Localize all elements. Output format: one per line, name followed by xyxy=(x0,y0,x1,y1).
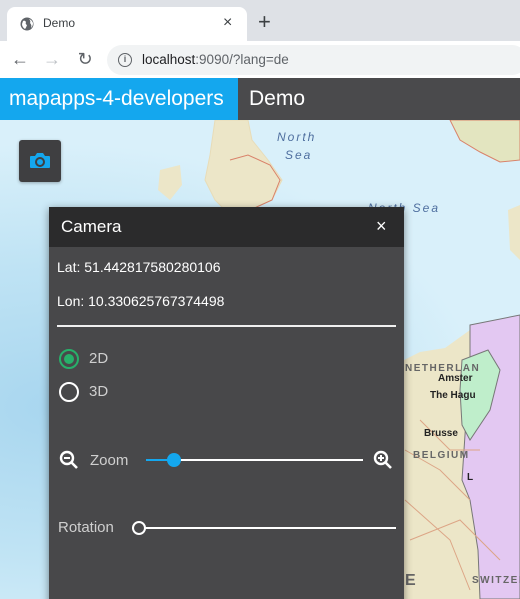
rotation-label: Rotation xyxy=(58,519,114,536)
map-label-france: E xyxy=(405,572,418,589)
map-label-north-sea-1: North xyxy=(277,130,317,144)
zoom-out-icon[interactable] xyxy=(59,450,79,470)
rotation-slider[interactable] xyxy=(132,521,396,535)
browser-toolbar: ← → ↻ i localhost:9090/?lang=de xyxy=(0,41,520,78)
back-arrow-icon[interactable]: ← xyxy=(10,49,30,69)
camera-tool-button[interactable] xyxy=(19,140,61,182)
radio-3d-label[interactable]: 3D xyxy=(89,383,108,400)
app-header: mapapps-4-developers Demo xyxy=(0,78,520,120)
app-title: Demo xyxy=(249,87,306,110)
zoom-slider[interactable] xyxy=(146,453,363,467)
radio-2d-label[interactable]: 2D xyxy=(89,350,108,367)
zoom-in-icon[interactable] xyxy=(373,450,393,470)
rotation-slider-thumb[interactable] xyxy=(132,521,146,535)
radio-2d[interactable] xyxy=(59,349,79,369)
map-label-the-hague: The Hagu xyxy=(430,390,476,401)
zoom-label: Zoom xyxy=(90,452,129,469)
close-icon[interactable]: × xyxy=(376,217,392,235)
url-rest: :9090/?lang=de xyxy=(195,52,289,67)
browser-tab[interactable]: Demo × xyxy=(7,7,247,41)
reload-icon[interactable]: ↻ xyxy=(75,49,95,69)
camera-panel-header[interactable]: Camera × xyxy=(49,207,404,247)
app-brand: mapapps-4-developers xyxy=(0,78,238,120)
close-tab-icon[interactable]: × xyxy=(223,14,232,32)
zoom-slider-thumb[interactable] xyxy=(167,453,182,467)
map-label-amsterdam: Amster xyxy=(438,373,473,384)
longitude-value: Lon: 10.330625767374498 xyxy=(57,293,225,309)
divider xyxy=(57,325,396,327)
camera-icon xyxy=(30,153,50,168)
map-label-brussels: Brusse xyxy=(424,428,458,439)
map-label-luxembourg: L xyxy=(467,472,474,483)
map-label-belgium: BELGIUM xyxy=(413,450,470,461)
map-label-north-sea-1b: Sea xyxy=(285,148,313,162)
address-bar[interactable]: i localhost:9090/?lang=de xyxy=(107,45,520,75)
new-tab-button[interactable]: + xyxy=(258,11,271,33)
url-host: localhost xyxy=(142,52,196,67)
map-label-switzerland: SWITZER xyxy=(472,575,520,586)
browser-tabstrip: Demo × + xyxy=(0,0,520,41)
radio-3d[interactable] xyxy=(59,382,79,402)
forward-arrow-icon[interactable]: → xyxy=(42,49,62,69)
globe-icon xyxy=(20,17,34,31)
latitude-value: Lat: 51.442817580280106 xyxy=(57,259,221,275)
camera-panel: Camera × Lat: 51.442817580280106 Lon: 10… xyxy=(49,207,404,599)
camera-panel-title: Camera xyxy=(61,217,122,236)
tab-title: Demo xyxy=(43,16,76,30)
url-text[interactable]: localhost:9090/?lang=de xyxy=(142,52,289,67)
info-icon[interactable]: i xyxy=(118,53,132,67)
